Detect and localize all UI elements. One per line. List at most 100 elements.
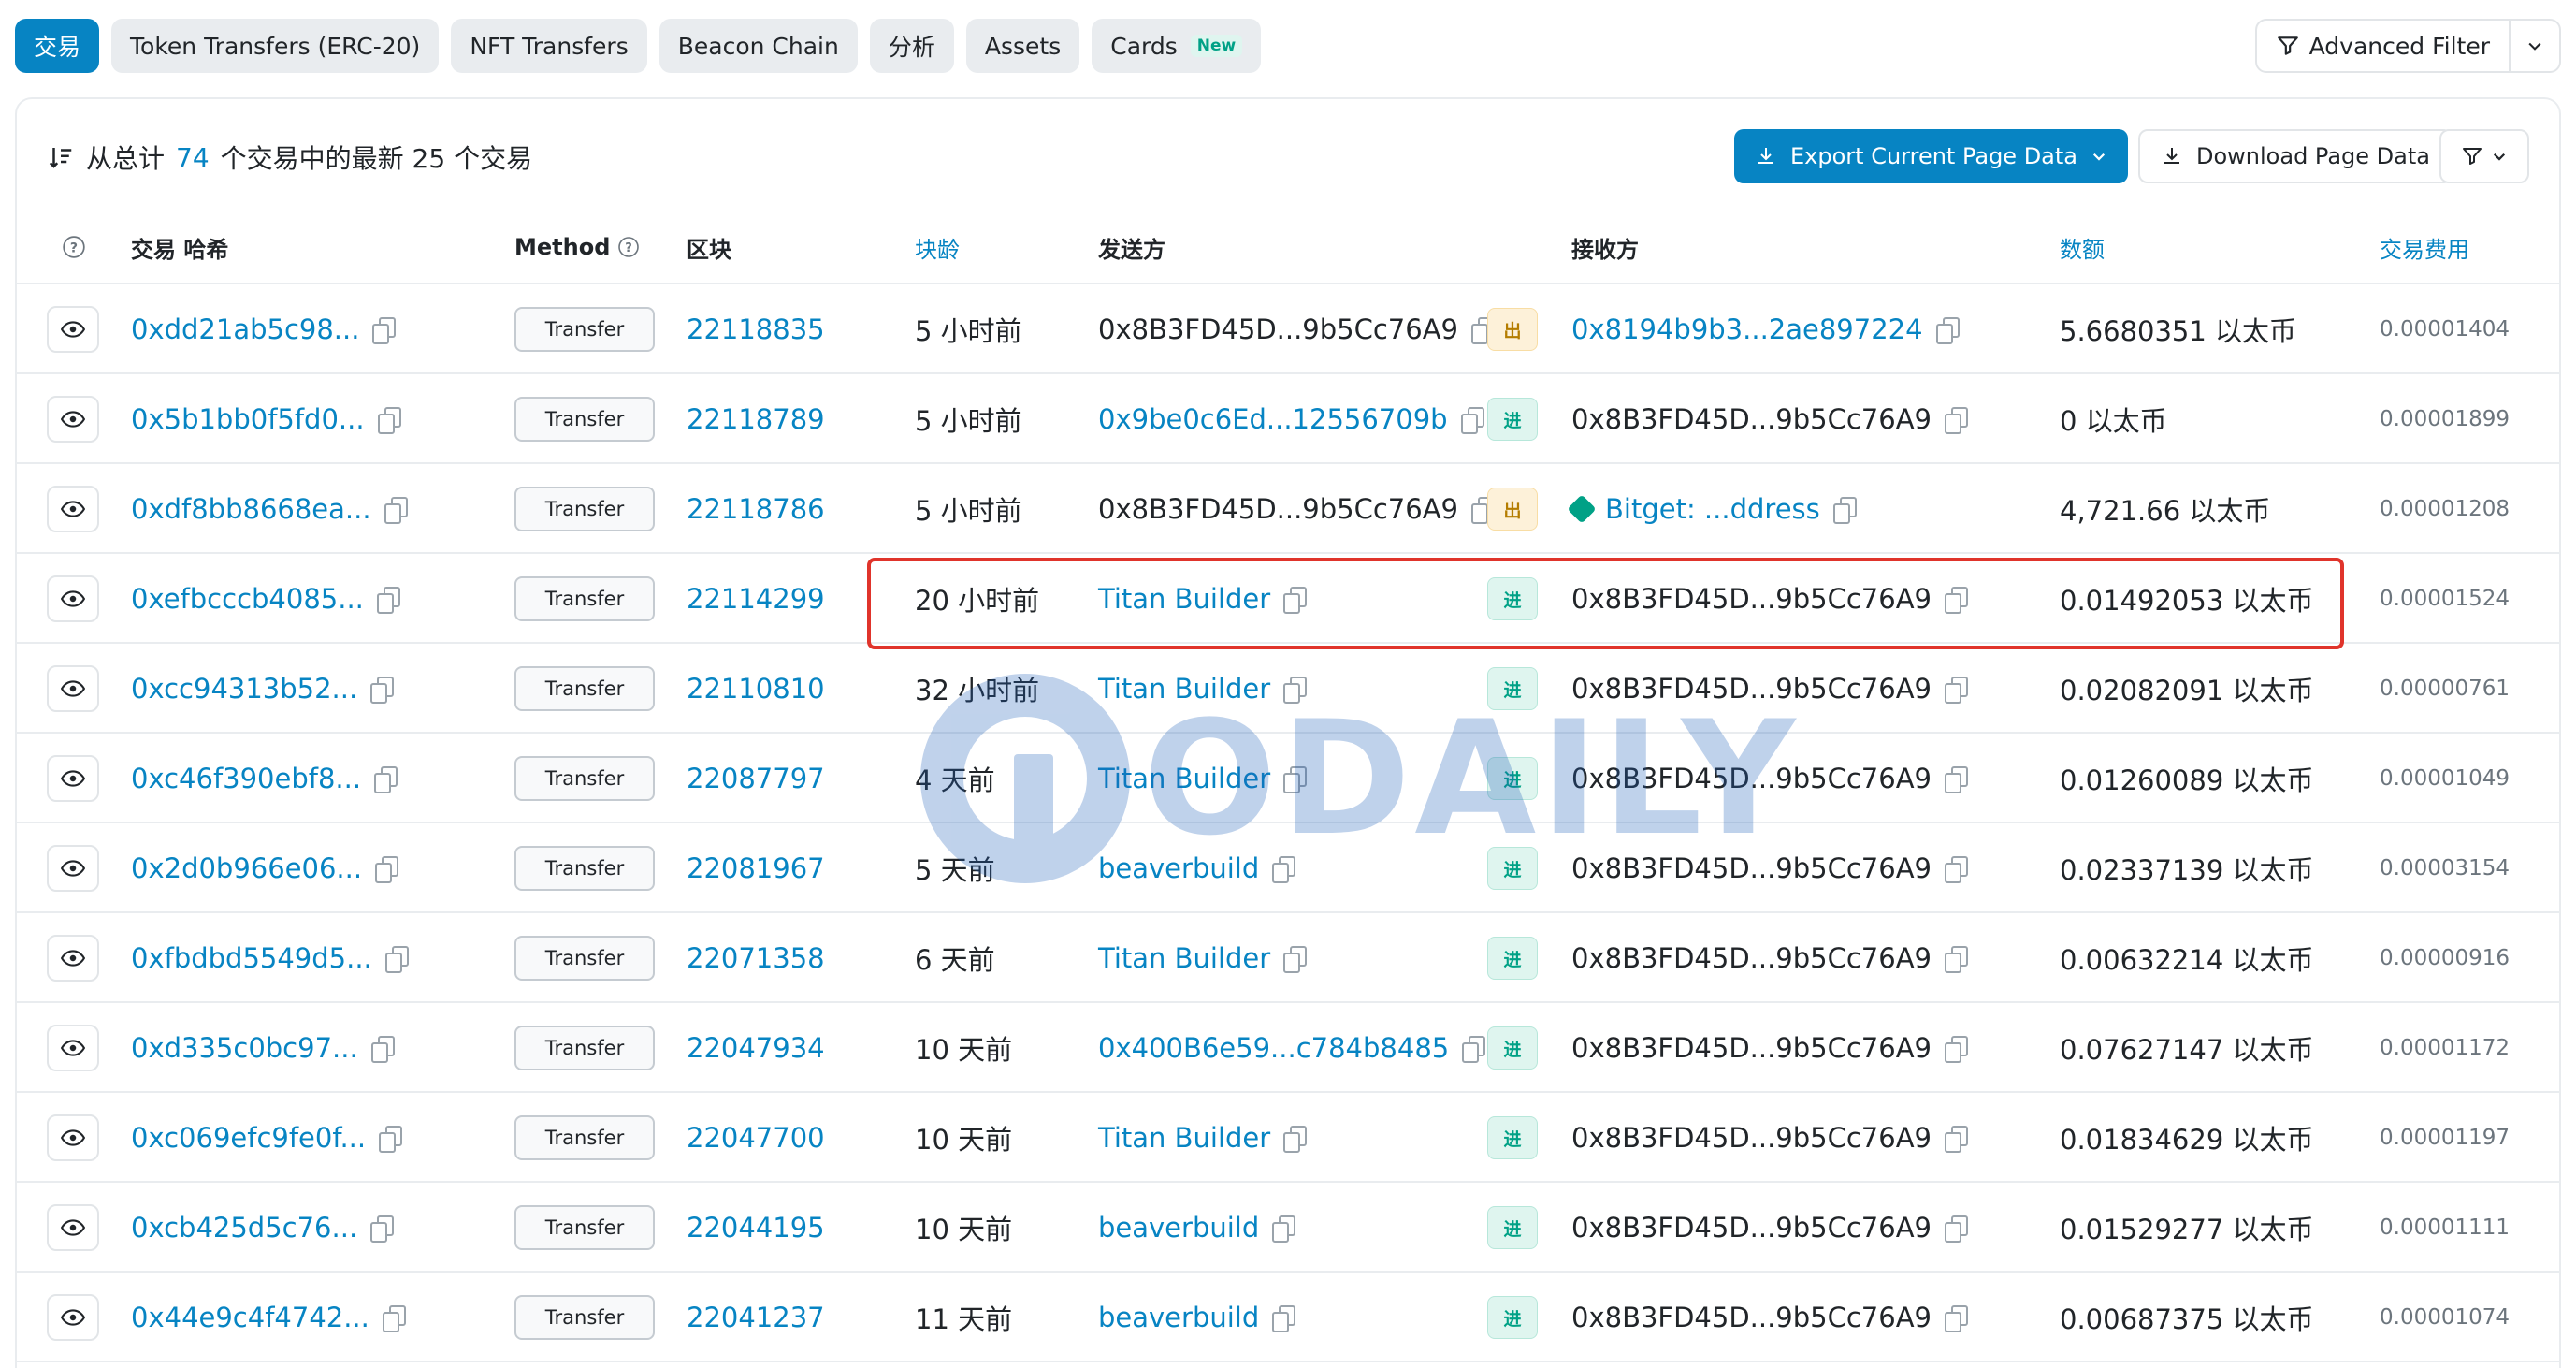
- eye-icon[interactable]: [47, 1114, 99, 1161]
- copy-icon[interactable]: [1283, 766, 1308, 793]
- eye-icon[interactable]: [47, 396, 99, 443]
- copy-icon[interactable]: [1945, 587, 1969, 614]
- tx-hash-link[interactable]: 0xdd21ab5c98...: [131, 313, 359, 345]
- advanced-filter-dropdown[interactable]: [2511, 36, 2559, 55]
- download-page-data-button[interactable]: Download Page Data: [2138, 129, 2453, 183]
- eye-icon[interactable]: [47, 486, 99, 532]
- help-column-header[interactable]: ?: [62, 210, 86, 284]
- copy-icon[interactable]: [370, 1036, 395, 1063]
- advanced-filter-button[interactable]: Advanced Filter: [2257, 21, 2511, 71]
- export-page-data-button[interactable]: Export Current Page Data: [1734, 129, 2128, 183]
- from-address[interactable]: Titan Builder: [1098, 1122, 1270, 1154]
- tab-4[interactable]: 分析: [869, 19, 954, 73]
- copy-icon[interactable]: [1945, 946, 1969, 973]
- tx-hash-link[interactable]: 0xc46f390ebf8...: [131, 763, 361, 794]
- block-link[interactable]: 22118835: [687, 313, 825, 345]
- copy-icon[interactable]: [1272, 1305, 1296, 1332]
- tx-hash-link[interactable]: 0xc069efc9fe0f...: [131, 1122, 366, 1154]
- tx-hash-link[interactable]: 0x5b1bb0f5fd0...: [131, 403, 365, 435]
- from-address[interactable]: beaverbuild: [1098, 852, 1259, 884]
- block-link[interactable]: 22047700: [687, 1122, 825, 1154]
- copy-icon[interactable]: [382, 1305, 406, 1332]
- copy-icon[interactable]: [1272, 856, 1296, 883]
- block-link[interactable]: 22087797: [687, 763, 825, 794]
- age-column-header[interactable]: 块龄: [915, 210, 960, 284]
- copy-icon[interactable]: [377, 407, 401, 434]
- tx-hash-link[interactable]: 0xdf8bb8668ea...: [131, 493, 371, 525]
- copy-icon[interactable]: [384, 497, 408, 524]
- copy-icon[interactable]: [1935, 317, 1960, 344]
- copy-icon[interactable]: [1945, 1036, 1969, 1063]
- copy-icon[interactable]: [376, 587, 400, 614]
- value-column-header[interactable]: 数额: [2060, 210, 2105, 284]
- eye-icon[interactable]: [47, 665, 99, 712]
- column-filter-button[interactable]: [2439, 129, 2529, 183]
- block-link[interactable]: 22081967: [687, 852, 825, 884]
- copy-icon[interactable]: [1945, 856, 1969, 883]
- tx-hash-link[interactable]: 0xfbdbd5549d5...: [131, 942, 372, 974]
- eye-icon[interactable]: [47, 1204, 99, 1251]
- from-address[interactable]: 0x9be0c6Ed...12556709b: [1098, 403, 1448, 435]
- copy-icon[interactable]: [374, 766, 398, 793]
- from-address[interactable]: Titan Builder: [1098, 583, 1270, 615]
- tx-hash-link[interactable]: 0xcb425d5c76...: [131, 1212, 357, 1244]
- from-address[interactable]: beaverbuild: [1098, 1302, 1259, 1333]
- copy-icon[interactable]: [1283, 946, 1308, 973]
- tab-3[interactable]: Beacon Chain: [658, 19, 858, 73]
- eye-icon[interactable]: [47, 575, 99, 622]
- tab-5[interactable]: Assets: [965, 19, 1080, 73]
- eye-icon[interactable]: [47, 1294, 99, 1341]
- copy-icon[interactable]: [370, 1215, 395, 1243]
- copy-icon[interactable]: [1283, 587, 1308, 614]
- eye-icon[interactable]: [47, 845, 99, 892]
- from-address[interactable]: 0x400B6e59...c784b8485: [1098, 1032, 1449, 1064]
- tx-hash-link[interactable]: 0xefbcccb4085...: [131, 583, 364, 615]
- to-address[interactable]: 0x8194b9b3...2ae897224: [1571, 313, 1923, 345]
- eye-icon[interactable]: [47, 755, 99, 802]
- block-link[interactable]: 22044195: [687, 1212, 825, 1244]
- copy-icon[interactable]: [1462, 1036, 1486, 1063]
- tx-hash-link[interactable]: 0xd335c0bc97...: [131, 1032, 358, 1064]
- copy-icon[interactable]: [1283, 677, 1308, 704]
- tab-2[interactable]: NFT Transfers: [451, 19, 647, 73]
- from-address[interactable]: Titan Builder: [1098, 942, 1270, 974]
- copy-icon[interactable]: [1283, 1126, 1308, 1153]
- block-link[interactable]: 22118786: [687, 493, 825, 525]
- to-address[interactable]: Bitget: ...ddress: [1605, 493, 1820, 525]
- tx-hash-link[interactable]: 0xcc94313b52...: [131, 673, 357, 705]
- copy-icon[interactable]: [1272, 1215, 1296, 1243]
- eye-icon[interactable]: [47, 1025, 99, 1071]
- block-link[interactable]: 22114299: [687, 583, 825, 615]
- fee-column-header[interactable]: 交易费用: [2380, 210, 2469, 284]
- tx-hash-link[interactable]: 0x2d0b966e06...: [131, 852, 362, 884]
- tab-6[interactable]: Cards New: [1092, 19, 1262, 73]
- copy-icon[interactable]: [1945, 766, 1969, 793]
- copy-icon[interactable]: [1832, 497, 1857, 524]
- block-link[interactable]: 22071358: [687, 942, 825, 974]
- copy-icon[interactable]: [384, 946, 409, 973]
- copy-icon[interactable]: [1945, 1215, 1969, 1243]
- copy-icon[interactable]: [1945, 1305, 1969, 1332]
- copy-icon[interactable]: [372, 317, 397, 344]
- copy-icon[interactable]: [1945, 407, 1969, 434]
- copy-icon[interactable]: [379, 1126, 403, 1153]
- block-link[interactable]: 22110810: [687, 673, 825, 705]
- copy-icon[interactable]: [1460, 407, 1484, 434]
- tx-hash-link[interactable]: 0x44e9c4f4742...: [131, 1302, 369, 1333]
- eye-icon[interactable]: [47, 306, 99, 353]
- copy-icon[interactable]: [1945, 1126, 1969, 1153]
- copy-icon[interactable]: [1945, 677, 1969, 704]
- block-link[interactable]: 22118789: [687, 403, 825, 435]
- from-address[interactable]: Titan Builder: [1098, 673, 1270, 705]
- info-circle-icon[interactable]: ?: [617, 236, 640, 258]
- copy-icon[interactable]: [370, 677, 395, 704]
- tab-1[interactable]: Token Transfers (ERC-20): [111, 19, 440, 73]
- copy-icon[interactable]: [375, 856, 399, 883]
- from-address[interactable]: beaverbuild: [1098, 1212, 1259, 1244]
- from-address[interactable]: Titan Builder: [1098, 763, 1270, 794]
- advanced-filter[interactable]: Advanced Filter: [2254, 19, 2561, 73]
- tab-0[interactable]: 交易: [15, 19, 100, 73]
- block-link[interactable]: 22047934: [687, 1032, 825, 1064]
- eye-icon[interactable]: [47, 935, 99, 982]
- block-link[interactable]: 22041237: [687, 1302, 825, 1333]
